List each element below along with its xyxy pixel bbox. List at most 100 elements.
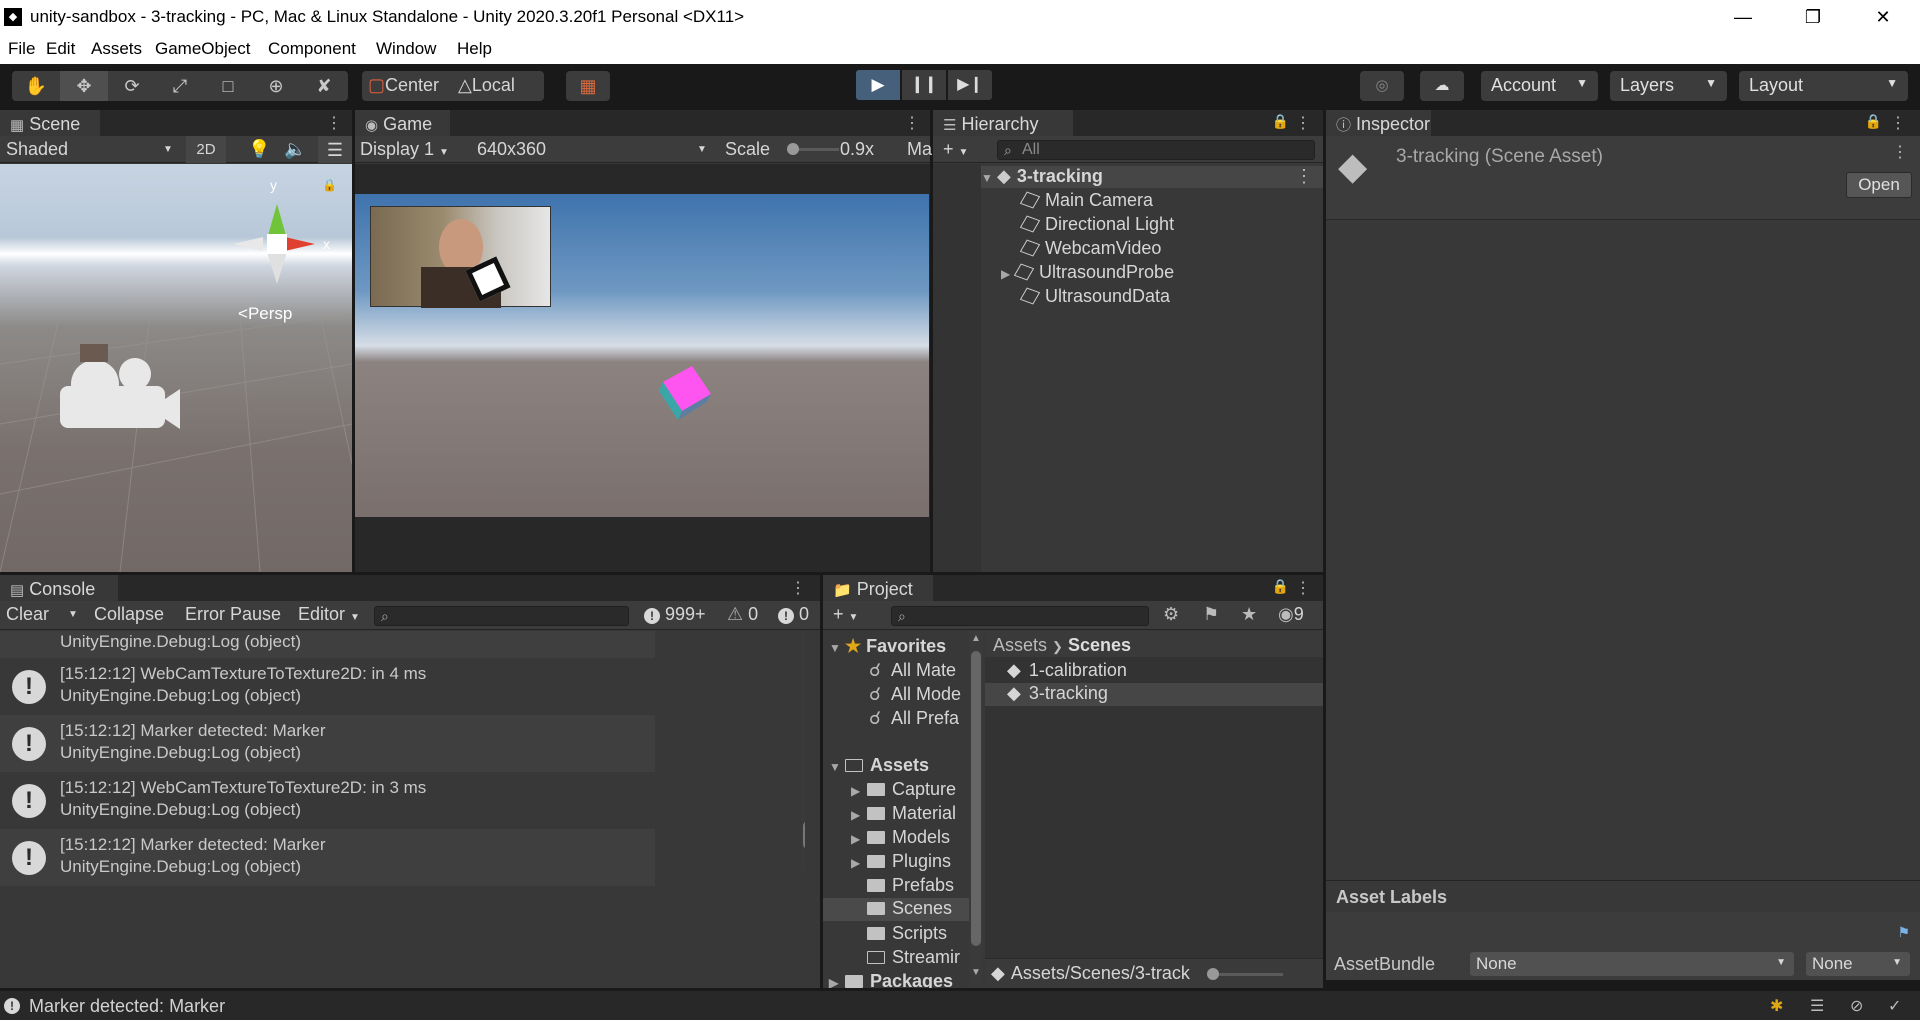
favorite-all-prefabs[interactable]: ☌ All Prefa	[869, 708, 959, 729]
scene-view[interactable]: y x 🔒 <Persp	[0, 164, 352, 572]
breadcrumb-scenes[interactable]: Scenes	[1068, 635, 1131, 655]
audio-icon[interactable]: 🔈	[284, 139, 306, 160]
bug-icon[interactable]: ✱	[1770, 996, 1783, 1016]
assets-folder[interactable]: ▼ Assets	[829, 755, 929, 776]
shading-dropdown[interactable]: Shaded	[6, 139, 68, 160]
hand-tool-icon[interactable]: ✋	[12, 71, 60, 101]
tag-icon[interactable]: ⚑	[1897, 924, 1910, 941]
console-entry[interactable]: ! [15:12:12] Marker detected: Marker Unity…	[0, 715, 655, 772]
layers-dropdown[interactable]: Layers ▼	[1610, 71, 1727, 101]
stack-icon[interactable]: ☰	[1810, 996, 1824, 1016]
rect-tool-icon[interactable]: □	[204, 71, 252, 101]
status-message[interactable]: Marker detected: Marker	[29, 996, 225, 1017]
lock-icon[interactable]: 🔒	[1865, 113, 1882, 130]
favorite-all-models[interactable]: ☌ All Mode	[869, 684, 961, 705]
lighting-icon[interactable]: 💡	[248, 139, 270, 160]
step-button[interactable]: ▶❙	[948, 70, 992, 100]
pause-button[interactable]: ❙❙	[902, 70, 946, 100]
console-scrollbar[interactable]: ▲ ▼	[801, 631, 805, 871]
scale-slider[interactable]	[787, 143, 839, 155]
expand-triangle-icon[interactable]: ▶	[851, 784, 867, 798]
scrollbar-thumb[interactable]	[803, 821, 805, 849]
hidden-packages-toggle[interactable]: ◉9	[1278, 604, 1304, 625]
hierarchy-item-directional-light[interactable]: Directional Light	[1019, 214, 1174, 235]
tab-inspector[interactable]: ⓘ Inspector	[1326, 110, 1431, 136]
hierarchy-item-ultrasoundprobe[interactable]: ▶ UltrasoundProbe	[1001, 262, 1174, 283]
resolution-dropdown[interactable]: 640x360	[477, 139, 546, 160]
kebab-menu-icon[interactable]: ⋮	[904, 113, 920, 133]
hierarchy-item-main-camera[interactable]: Main Camera	[1019, 190, 1153, 211]
breadcrumb-assets[interactable]: Assets	[993, 635, 1047, 655]
menu-file[interactable]: File	[8, 39, 35, 59]
tab-hierarchy[interactable]: ☰ Hierarchy	[933, 110, 1073, 136]
expand-triangle-icon[interactable]: ▶	[851, 832, 867, 846]
expand-triangle-icon[interactable]: ▶	[851, 856, 867, 870]
error-count-toggle[interactable]: ! 0	[778, 604, 809, 625]
file-1-calibration[interactable]: ◆ 1-calibration	[1007, 660, 1127, 681]
layout-dropdown[interactable]: Layout ▼	[1739, 71, 1908, 101]
create-button[interactable]: + ▼	[833, 604, 858, 625]
lock-icon[interactable]: 🔒	[1272, 578, 1289, 595]
kebab-menu-icon[interactable]: ⋮	[1890, 113, 1906, 133]
kebab-menu-icon[interactable]: ⋮	[1295, 578, 1311, 598]
game-view[interactable]	[355, 194, 929, 517]
filter-by-type-icon[interactable]: ⚙	[1163, 604, 1179, 625]
favorite-all-materials[interactable]: ☌ All Mate	[869, 660, 956, 681]
folder-capture[interactable]: ▶ Capture	[851, 779, 956, 800]
menu-window[interactable]: Window	[376, 39, 436, 59]
lock-icon[interactable]: 🔒	[1272, 113, 1289, 130]
menu-help[interactable]: Help	[457, 39, 492, 59]
maximize-on-play[interactable]: Ma	[907, 139, 932, 160]
kebab-menu-icon[interactable]: ⋮	[326, 113, 342, 133]
lock-icon[interactable]: 🔒	[322, 178, 337, 192]
tab-scene[interactable]: ▦ Scene	[0, 110, 100, 136]
folder-models[interactable]: ▶ Models	[851, 827, 950, 848]
transform-tool-icon[interactable]: ⊕	[252, 71, 300, 101]
kebab-menu-icon[interactable]: ⋮	[1295, 113, 1311, 133]
play-button[interactable]: ▶	[856, 70, 900, 100]
grid-snap-icon[interactable]: ▦	[566, 71, 610, 101]
expand-triangle-icon[interactable]: ▼	[829, 641, 845, 655]
create-button[interactable]: + ▼	[943, 139, 968, 160]
scroll-up-icon[interactable]: ▲	[971, 633, 981, 644]
open-button[interactable]: Open	[1846, 172, 1912, 198]
menu-edit[interactable]: Edit	[46, 39, 75, 59]
scale-slider-handle[interactable]	[787, 143, 799, 155]
check-icon[interactable]: ✓	[1888, 996, 1901, 1016]
pivot-center-button[interactable]: ▢Center	[368, 75, 439, 96]
console-search-input[interactable]	[374, 606, 629, 626]
folder-scenes[interactable]: Scenes	[823, 898, 969, 921]
project-search-input[interactable]	[891, 606, 1149, 626]
chevron-down-icon[interactable]: ▼	[68, 609, 78, 620]
scroll-down-icon[interactable]: ▼	[971, 967, 981, 978]
scrollbar-thumb[interactable]	[971, 651, 981, 946]
packages-folder[interactable]: ▶ Packages	[829, 971, 953, 988]
effects-icon[interactable]: ☰	[318, 136, 352, 163]
folder-prefabs[interactable]: Prefabs	[867, 875, 954, 896]
maximize-button[interactable]: ❐	[1790, 0, 1836, 36]
pivot-local-button[interactable]: △Local	[458, 75, 515, 96]
kebab-menu-icon[interactable]: ⋮	[790, 578, 806, 598]
expand-triangle-icon[interactable]: ▶	[829, 976, 845, 988]
display-dropdown[interactable]: Display 1 ▼	[360, 139, 449, 160]
assetbundle-variant-dropdown[interactable]: None ▼	[1806, 952, 1910, 976]
persp-toggle[interactable]: <Persp	[238, 304, 292, 324]
hierarchy-item-ultrasounddata[interactable]: UltrasoundData	[1019, 286, 1170, 307]
hierarchy-item-webcamvideo[interactable]: WebcamVideo	[1019, 238, 1161, 259]
console-entry[interactable]: ! [15:12:12] WebCamTextureToTexture2D: in…	[0, 772, 655, 829]
tab-project[interactable]: 📁 Project	[823, 575, 933, 601]
expand-triangle-icon[interactable]: ▼	[981, 171, 997, 185]
collab-icon[interactable]: ◎	[1360, 71, 1404, 101]
clear-button[interactable]: Clear	[6, 604, 49, 625]
error-pause-button[interactable]: Error Pause	[185, 604, 281, 625]
folder-plugins[interactable]: ▶ Plugins	[851, 851, 951, 872]
favorite-star-icon[interactable]: ★	[1241, 604, 1257, 625]
tree-scrollbar[interactable]: ▲ ▼	[969, 631, 983, 988]
expand-triangle-icon[interactable]: ▼	[829, 760, 845, 774]
scroll-down-icon[interactable]: ▼	[803, 857, 805, 868]
rotate-tool-icon[interactable]: ⟳	[108, 71, 156, 101]
custom-tool-icon[interactable]: ✘	[300, 71, 348, 101]
scale-tool-icon[interactable]: ⤢	[156, 71, 204, 101]
chevron-down-icon[interactable]: ▼	[697, 144, 707, 155]
menu-gameobject[interactable]: GameObject	[155, 39, 250, 59]
